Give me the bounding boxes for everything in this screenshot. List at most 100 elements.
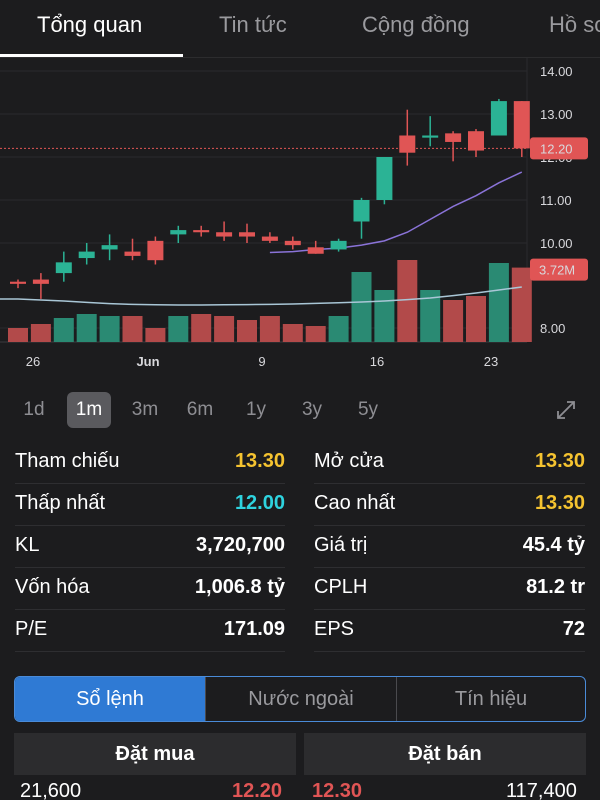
candle-body (10, 281, 26, 284)
segment-foreign[interactable]: Nước ngoài (206, 677, 396, 721)
stat-value: 45.4 tỷ (522, 534, 585, 556)
active-tab-indicator (0, 54, 183, 57)
stat-row: Thấp nhất 12.00 Cao nhất 13.30 (0, 484, 600, 526)
candle-body (468, 131, 484, 151)
volume-bar (8, 328, 28, 342)
candle-body (353, 200, 370, 222)
stat-label: KL (15, 534, 40, 556)
candle-body (399, 135, 416, 153)
expand-icon[interactable] (556, 400, 576, 420)
volume-bar (397, 260, 418, 342)
stat-value: 171.09 (223, 618, 285, 640)
candle-body (376, 157, 393, 200)
volume-bar (53, 318, 74, 342)
candle-body (284, 240, 301, 246)
stat-label: Cao nhất (314, 492, 396, 514)
price-chart[interactable]: 14.0013.0012.0011.0010.008.0012.203.72M2… (0, 58, 600, 380)
volume-bar (374, 290, 395, 342)
volume-bar (99, 316, 120, 342)
top-tab-bar: Tổng quan Tin tức Cộng đồng Hồ sơ (0, 0, 600, 58)
sell-volume: 117,400 (506, 780, 577, 800)
orderbook-segmented-control: Sổ lệnh Nước ngoài Tín hiệu (14, 676, 586, 722)
tab-overview[interactable]: Tổng quan (37, 12, 142, 38)
sell-price[interactable]: 12.30 (312, 780, 362, 800)
volume-bar (511, 267, 532, 342)
x-tick-label: 16 (370, 354, 384, 369)
range-3m[interactable]: 3m (123, 392, 167, 428)
stat-low: Thấp nhất 12.00 (15, 484, 285, 526)
stat-value: 12.00 (234, 492, 285, 514)
x-tick-label: 23 (484, 354, 498, 369)
y-tick-label: 10.00 (540, 236, 573, 251)
tab-news[interactable]: Tin tức (219, 12, 287, 38)
candle-body (124, 251, 141, 256)
stat-value: 13.30 (534, 492, 585, 514)
stat-row: Tham chiếu 13.30 Mở cửa 13.30 (0, 442, 600, 484)
segment-signals[interactable]: Tín hiệu (397, 677, 585, 721)
range-6m[interactable]: 6m (178, 392, 222, 428)
tab-community[interactable]: Cộng đồng (362, 12, 470, 38)
candle-body (239, 232, 255, 237)
stat-label: EPS (314, 618, 355, 640)
stat-open: Mở cửa 13.30 (314, 442, 585, 484)
volume-bar (488, 263, 509, 342)
candle-body (216, 232, 233, 237)
segment-order-book[interactable]: Sổ lệnh (15, 677, 205, 721)
candle-body (422, 135, 439, 138)
x-tick-label: Jun (136, 354, 159, 369)
volume-bar (168, 316, 189, 342)
candle-body (32, 279, 49, 284)
volume-bar (191, 314, 212, 342)
y-tick-label: 13.00 (540, 107, 573, 122)
y-tick-label: 8.00 (540, 321, 565, 336)
stat-label: P/E (15, 618, 48, 640)
range-3y[interactable]: 3y (290, 392, 334, 428)
stat-value: 13.30 (234, 450, 285, 472)
candle-body (490, 101, 507, 136)
volume-bar (30, 324, 51, 342)
sell-header: Đặt bán (304, 733, 586, 775)
stat-label: Mở cửa (314, 450, 384, 472)
buy-volume: 21,600 (20, 780, 82, 800)
range-5y[interactable]: 5y (346, 392, 390, 428)
volume-bar (145, 328, 166, 342)
volume-bar (328, 316, 349, 342)
last-price-label: 12.20 (540, 141, 573, 156)
candle-body (445, 133, 462, 142)
candlestick-chart-svg[interactable]: 14.0013.0012.0011.0010.008.0012.203.72M2… (0, 58, 600, 380)
volume-bar (466, 296, 486, 342)
stat-value: 72 (562, 618, 585, 640)
stat-high: Cao nhất 13.30 (314, 484, 585, 526)
range-1m[interactable]: 1m (67, 392, 111, 428)
range-1y[interactable]: 1y (234, 392, 278, 428)
x-tick-label: 9 (258, 354, 265, 369)
volume-bar (351, 272, 372, 342)
tab-profile[interactable]: Hồ sơ (549, 12, 600, 38)
stat-label: Tham chiếu (15, 450, 120, 472)
volume-bar (443, 300, 464, 342)
stat-pe: P/E 171.09 (15, 610, 285, 652)
ma-line (269, 171, 523, 254)
candle-body (193, 230, 210, 233)
stat-value: 3,720,700 (196, 534, 285, 556)
stat-value-traded: Giá trị 45.4 tỷ (314, 526, 585, 568)
stat-value: 81.2 tr (526, 576, 585, 598)
candle-body (78, 251, 95, 259)
y-tick-label: 11.00 (540, 193, 572, 208)
candle-body (307, 247, 324, 254)
stat-label: Vốn hóa (15, 576, 90, 598)
buy-price[interactable]: 12.20 (232, 780, 282, 800)
candle-body (147, 240, 164, 261)
stat-label: Giá trị (314, 534, 368, 556)
volume-bar (76, 314, 97, 342)
volume-bar (305, 326, 326, 342)
volume-bar (122, 316, 143, 342)
stat-market-cap: Vốn hóa 1,006.8 tỷ (15, 568, 285, 610)
range-1d[interactable]: 1d (12, 392, 56, 428)
candle-body (513, 101, 530, 149)
stat-value: 13.30 (534, 450, 585, 472)
volume-bar (214, 316, 235, 342)
volume-bar (237, 320, 257, 342)
time-range-selector: 1d 1m 3m 6m 1y 3y 5y (0, 388, 600, 432)
stat-reference: Tham chiếu 13.30 (15, 442, 285, 484)
